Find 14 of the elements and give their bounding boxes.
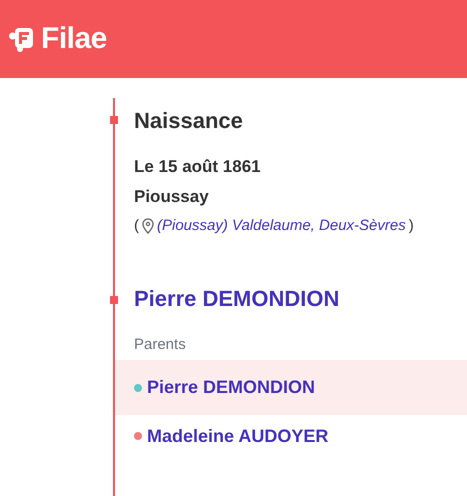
person-name[interactable]: Pierre DEMONDION (134, 276, 467, 322)
parent-name[interactable]: Pierre DEMONDION (147, 377, 316, 398)
parent-name[interactable]: Madeleine AUDOYER (147, 426, 328, 446)
parent-row[interactable]: Madeleine AUDOYER (115, 415, 467, 457)
section-label: Parents (134, 335, 187, 355)
location-link[interactable]: (Pioussay) Valdelaume, Deux-Sèvres (157, 212, 406, 240)
parent-row[interactable]: Pierre DEMONDION (115, 360, 467, 415)
map-pin-icon (142, 218, 154, 234)
event-title: Naissance (134, 107, 244, 135)
parenthesis: ) (408, 216, 414, 236)
event-place: Pioussay (134, 186, 210, 208)
parenthesis: ( (134, 216, 139, 236)
event-date: Le 15 août 1861 (134, 156, 262, 178)
logo-icon (9, 26, 35, 52)
